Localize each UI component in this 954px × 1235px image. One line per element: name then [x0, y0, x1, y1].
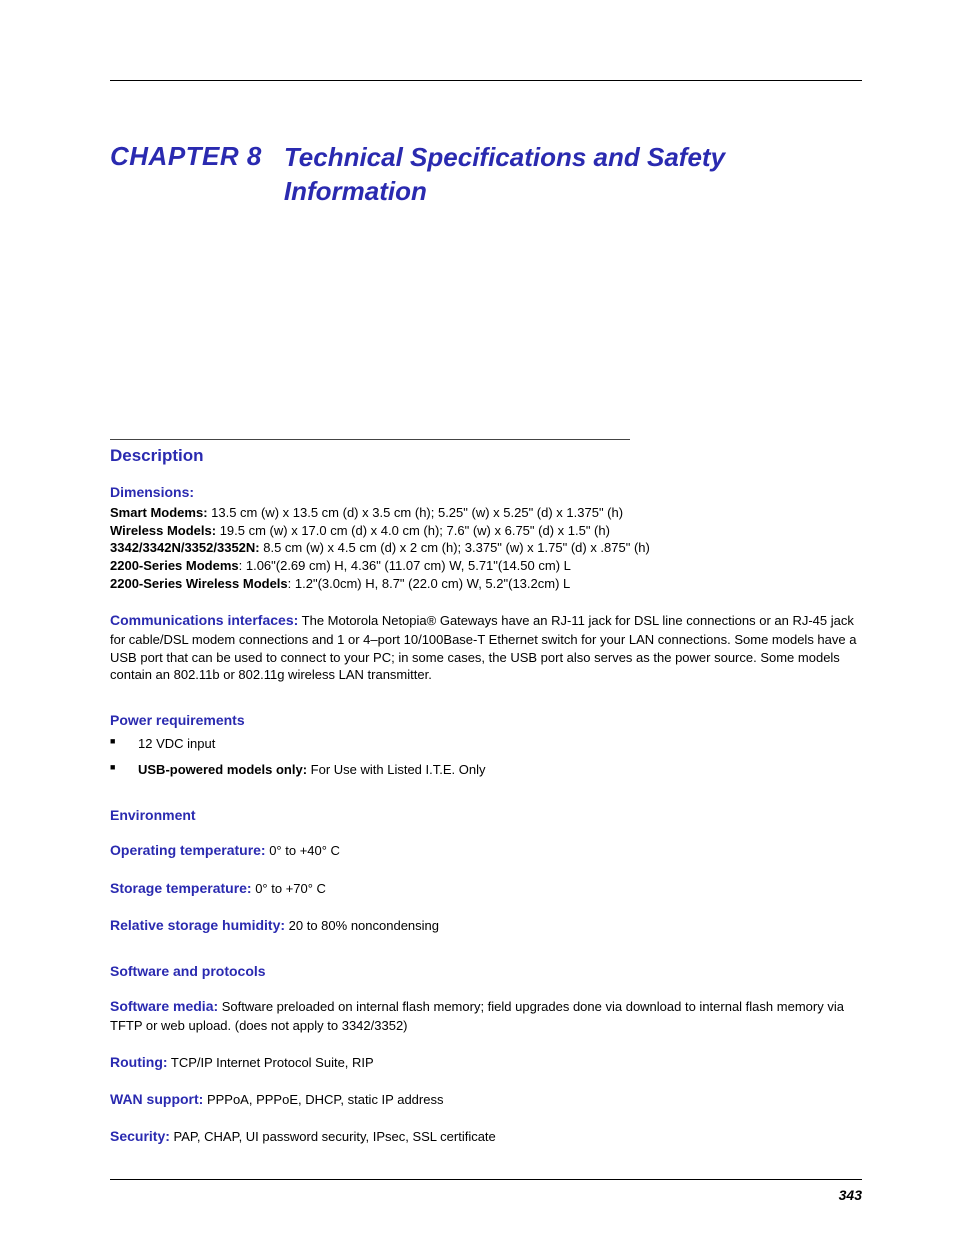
- soft-wan: WAN support: PPPoA, PPPoE, DHCP, static …: [110, 1090, 862, 1109]
- dim-2200-wireless: 2200-Series Wireless Models: 1.2"(3.0cm)…: [110, 575, 862, 593]
- kv-key: Software media:: [110, 998, 218, 1014]
- power-item-1: 12 VDC input: [110, 734, 862, 754]
- dim-label: 3342/3342N/3352/3352N:: [110, 540, 260, 555]
- page-number: 343: [839, 1187, 862, 1203]
- soft-security: Security: PAP, CHAP, UI password securit…: [110, 1127, 862, 1146]
- dim-value: 13.5 cm (w) x 13.5 cm (d) x 3.5 cm (h); …: [208, 505, 624, 520]
- comm-label: Communications interfaces:: [110, 612, 298, 628]
- kv-val: PAP, CHAP, UI password security, IPsec, …: [170, 1129, 496, 1144]
- environment-heading: Environment: [110, 807, 862, 823]
- kv-val: 20 to 80% noncondensing: [285, 918, 439, 933]
- kv-val: 0° to +40° C: [266, 843, 340, 858]
- dim-wireless-models: Wireless Models: 19.5 cm (w) x 17.0 cm (…: [110, 522, 862, 540]
- dim-label: 2200-Series Modems: [110, 558, 239, 573]
- kv-key: Storage temperature:: [110, 880, 252, 896]
- dim-label: Wireless Models:: [110, 523, 216, 538]
- kv-key: WAN support:: [110, 1091, 203, 1107]
- dimensions-heading: Dimensions:: [110, 484, 862, 500]
- page: CHAPTER 8 Technical Specifications and S…: [0, 0, 954, 1235]
- section-heading-description: Description: [110, 446, 862, 466]
- kv-val: PPPoA, PPPoE, DHCP, static IP address: [203, 1092, 443, 1107]
- software-heading: Software and protocols: [110, 963, 862, 979]
- soft-routing: Routing: TCP/IP Internet Protocol Suite,…: [110, 1053, 862, 1072]
- kv-val: Software preloaded on internal flash mem…: [110, 999, 844, 1032]
- soft-media: Software media: Software preloaded on in…: [110, 997, 862, 1034]
- dim-value: 8.5 cm (w) x 4.5 cm (d) x 2 cm (h); 3.37…: [260, 540, 650, 555]
- power-list: 12 VDC input USB-powered models only: Fo…: [110, 734, 862, 779]
- chapter-label: CHAPTER 8: [110, 141, 284, 172]
- power-heading: Power requirements: [110, 712, 862, 728]
- chapter-heading: CHAPTER 8 Technical Specifications and S…: [110, 141, 862, 209]
- dim-label: 2200-Series Wireless Models: [110, 576, 288, 591]
- kv-key: Relative storage humidity:: [110, 917, 285, 933]
- power-item-2: USB-powered models only: For Use with Li…: [110, 760, 862, 780]
- top-rule: [110, 80, 862, 81]
- kv-key: Routing:: [110, 1054, 168, 1070]
- footer-rule: [110, 1179, 862, 1180]
- dim-smart-modems: Smart Modems: 13.5 cm (w) x 13.5 cm (d) …: [110, 504, 862, 522]
- kv-val: TCP/IP Internet Protocol Suite, RIP: [168, 1055, 374, 1070]
- power-item-bold: USB-powered models only:: [138, 762, 307, 777]
- dim-value: 19.5 cm (w) x 17.0 cm (d) x 4.0 cm (h); …: [216, 523, 610, 538]
- kv-val: 0° to +70° C: [252, 881, 326, 896]
- dim-value: : 1.2"(3.0cm) H, 8.7" (22.0 cm) W, 5.2"(…: [288, 576, 571, 591]
- dim-2200-modems: 2200-Series Modems: 1.06"(2.69 cm) H, 4.…: [110, 557, 862, 575]
- dim-label: Smart Modems:: [110, 505, 208, 520]
- dim-value: : 1.06"(2.69 cm) H, 4.36" (11.07 cm) W, …: [239, 558, 571, 573]
- env-operating-temp: Operating temperature: 0° to +40° C: [110, 841, 862, 860]
- kv-key: Operating temperature:: [110, 842, 266, 858]
- power-item-text: For Use with Listed I.T.E. Only: [307, 762, 485, 777]
- kv-key: Security:: [110, 1128, 170, 1144]
- env-storage-temp: Storage temperature: 0° to +70° C: [110, 879, 862, 898]
- chapter-title: Technical Specifications and Safety Info…: [284, 141, 862, 209]
- dim-3342: 3342/3342N/3352/3352N: 8.5 cm (w) x 4.5 …: [110, 539, 862, 557]
- power-item-text: 12 VDC input: [138, 736, 215, 751]
- section-rule: [110, 439, 630, 440]
- env-humidity: Relative storage humidity: 20 to 80% non…: [110, 916, 862, 935]
- comm-interfaces-paragraph: Communications interfaces: The Motorola …: [110, 611, 862, 684]
